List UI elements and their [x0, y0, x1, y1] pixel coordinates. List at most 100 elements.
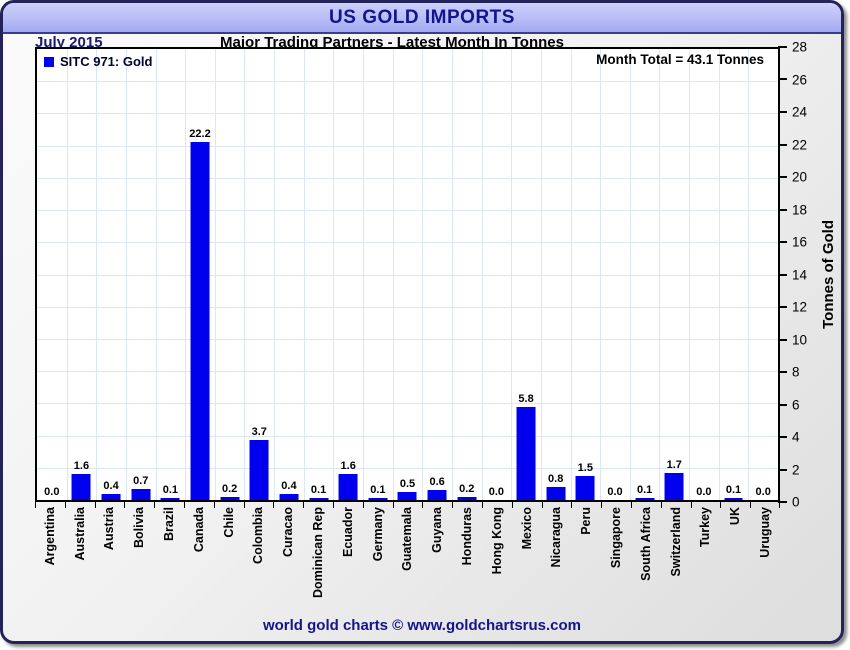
x-label-cell: Mexico — [512, 507, 542, 621]
bar-column-switzerland: 1.7 — [659, 49, 689, 500]
x-label-cell: Dominican Rep — [303, 507, 333, 621]
x-label-cell: Curacao — [273, 507, 303, 621]
title-bar: US GOLD IMPORTS — [3, 3, 841, 34]
x-axis-labels: Argentina Australia AustriaBolivia Brazil Ca… — [35, 507, 780, 621]
x-label-cell: Germany — [363, 507, 393, 621]
bar-value-label: 0.4 — [103, 480, 118, 492]
x-label-uk: UK — [728, 507, 742, 525]
y-tick-label: 28 — [792, 40, 807, 55]
x-label-cell: Bolivia — [124, 507, 154, 621]
y-tick — [778, 274, 787, 276]
x-label-cell: Hong Kong — [482, 507, 512, 621]
bar — [665, 473, 684, 500]
y-tick-label: 4 — [792, 430, 800, 445]
y-tick — [778, 469, 787, 471]
bar-value-label: 1.5 — [578, 462, 593, 474]
bar-column-guatemala: 0.5 — [393, 49, 423, 500]
bar — [309, 498, 328, 500]
bar-column-guyana: 0.6 — [422, 49, 452, 500]
bar-value-label: 0.0 — [756, 486, 771, 498]
bar-column-honduras: 0.2 — [452, 49, 482, 500]
x-label-ecuador: Ecuador — [341, 507, 355, 557]
x-label-guatemala: Guatemala — [400, 507, 414, 571]
y-axis-ticks — [778, 47, 787, 502]
bar — [339, 474, 358, 500]
x-label-cell: UK — [720, 507, 750, 621]
y-tick-label: 18 — [792, 202, 807, 217]
month-total-label: Month Total = 43.1 Tonnes — [596, 52, 764, 67]
bar-value-label: 0.0 — [696, 486, 711, 498]
x-label-cell: Ecuador — [333, 507, 363, 621]
bar — [220, 497, 239, 500]
bar-column-peru: 1.5 — [571, 49, 601, 500]
bar-column-nicaragua: 0.8 — [541, 49, 571, 500]
x-label-cell: Guyana — [422, 507, 452, 621]
bar — [635, 498, 654, 500]
x-label-nicaragua: Nicaragua — [549, 507, 563, 567]
bar — [517, 407, 536, 500]
bar — [398, 492, 417, 500]
x-label-cell: Nicaragua — [542, 507, 572, 621]
x-label-brazil: Brazil — [162, 507, 176, 541]
bar-value-label: 0.5 — [400, 478, 415, 490]
bar-value-label: 0.2 — [459, 483, 474, 495]
x-label-cell: Uruguay — [750, 507, 780, 621]
x-label-mexico: Mexico — [520, 507, 534, 549]
x-label-cell: Austria — [95, 507, 125, 621]
bar-value-label: 0.1 — [726, 484, 741, 496]
bar-value-label: 0.0 — [44, 486, 59, 498]
bar — [102, 494, 121, 500]
y-tick-label: 10 — [792, 332, 807, 347]
bar-column-mexico: 5.8 — [511, 49, 541, 500]
x-label-cell: Peru — [571, 507, 601, 621]
chart-window: US GOLD IMPORTS July 2015 Major Trading … — [0, 0, 844, 644]
y-axis-title-area: Tonnes of Gold — [815, 47, 841, 502]
bar — [368, 498, 387, 500]
bar-value-label: 0.1 — [637, 484, 652, 496]
bar-value-label: 0.0 — [607, 486, 622, 498]
x-label-colombia: Colombia — [251, 507, 265, 564]
y-tick-label: 16 — [792, 235, 807, 250]
bar-value-label: 1.6 — [74, 460, 89, 472]
bar-column-ecuador: 1.6 — [333, 49, 363, 500]
y-tick-label: 2 — [792, 462, 800, 477]
x-label-hong-kong: Hong Kong — [490, 507, 504, 574]
bar — [72, 474, 91, 500]
bar-value-label: 5.8 — [518, 393, 533, 405]
bar — [576, 476, 595, 500]
plot-area: 0.01.60.40.70.122.20.23.70.40.11.60.10.5… — [35, 47, 780, 502]
bar-value-label: 0.1 — [163, 484, 178, 496]
credit-line: world gold charts © www.goldchartsrus.co… — [3, 617, 841, 634]
bar-value-label: 0.2 — [222, 483, 237, 495]
bar-column-south-africa: 0.1 — [630, 49, 660, 500]
bar — [546, 487, 565, 500]
x-label-cell: Canada — [184, 507, 214, 621]
x-label-australia: Australia — [73, 507, 87, 561]
x-label-dominican-rep: Dominican Rep — [311, 507, 325, 598]
bar-column-dominican-rep: 0.1 — [304, 49, 334, 500]
bar-column-curacao: 0.4 — [274, 49, 304, 500]
bar-value-label: 0.1 — [311, 484, 326, 496]
x-label-cell: Singapore — [601, 507, 631, 621]
legend-marker-icon — [44, 57, 54, 67]
y-tick-label: 0 — [792, 495, 800, 510]
x-label-chile: Chile — [222, 507, 236, 538]
y-tick — [778, 306, 787, 308]
y-tick — [778, 46, 787, 48]
x-label-argentina: Argentina — [43, 507, 57, 565]
y-tick-label: 6 — [792, 397, 800, 412]
bar-value-label: 0.6 — [429, 476, 444, 488]
y-tick — [778, 111, 787, 113]
y-tick — [778, 176, 787, 178]
y-tick — [778, 339, 787, 341]
x-label-cell: South Africa — [631, 507, 661, 621]
bar — [191, 142, 210, 500]
x-label-cell: Australia — [65, 507, 95, 621]
y-tick — [778, 209, 787, 211]
legend: SITC 971: Gold — [44, 54, 152, 69]
bar-column-austria: 0.4 — [96, 49, 126, 500]
y-tick-label: 24 — [792, 105, 807, 120]
bar-column-germany: 0.1 — [363, 49, 393, 500]
bar — [724, 498, 743, 500]
bar-value-label: 0.4 — [281, 480, 296, 492]
